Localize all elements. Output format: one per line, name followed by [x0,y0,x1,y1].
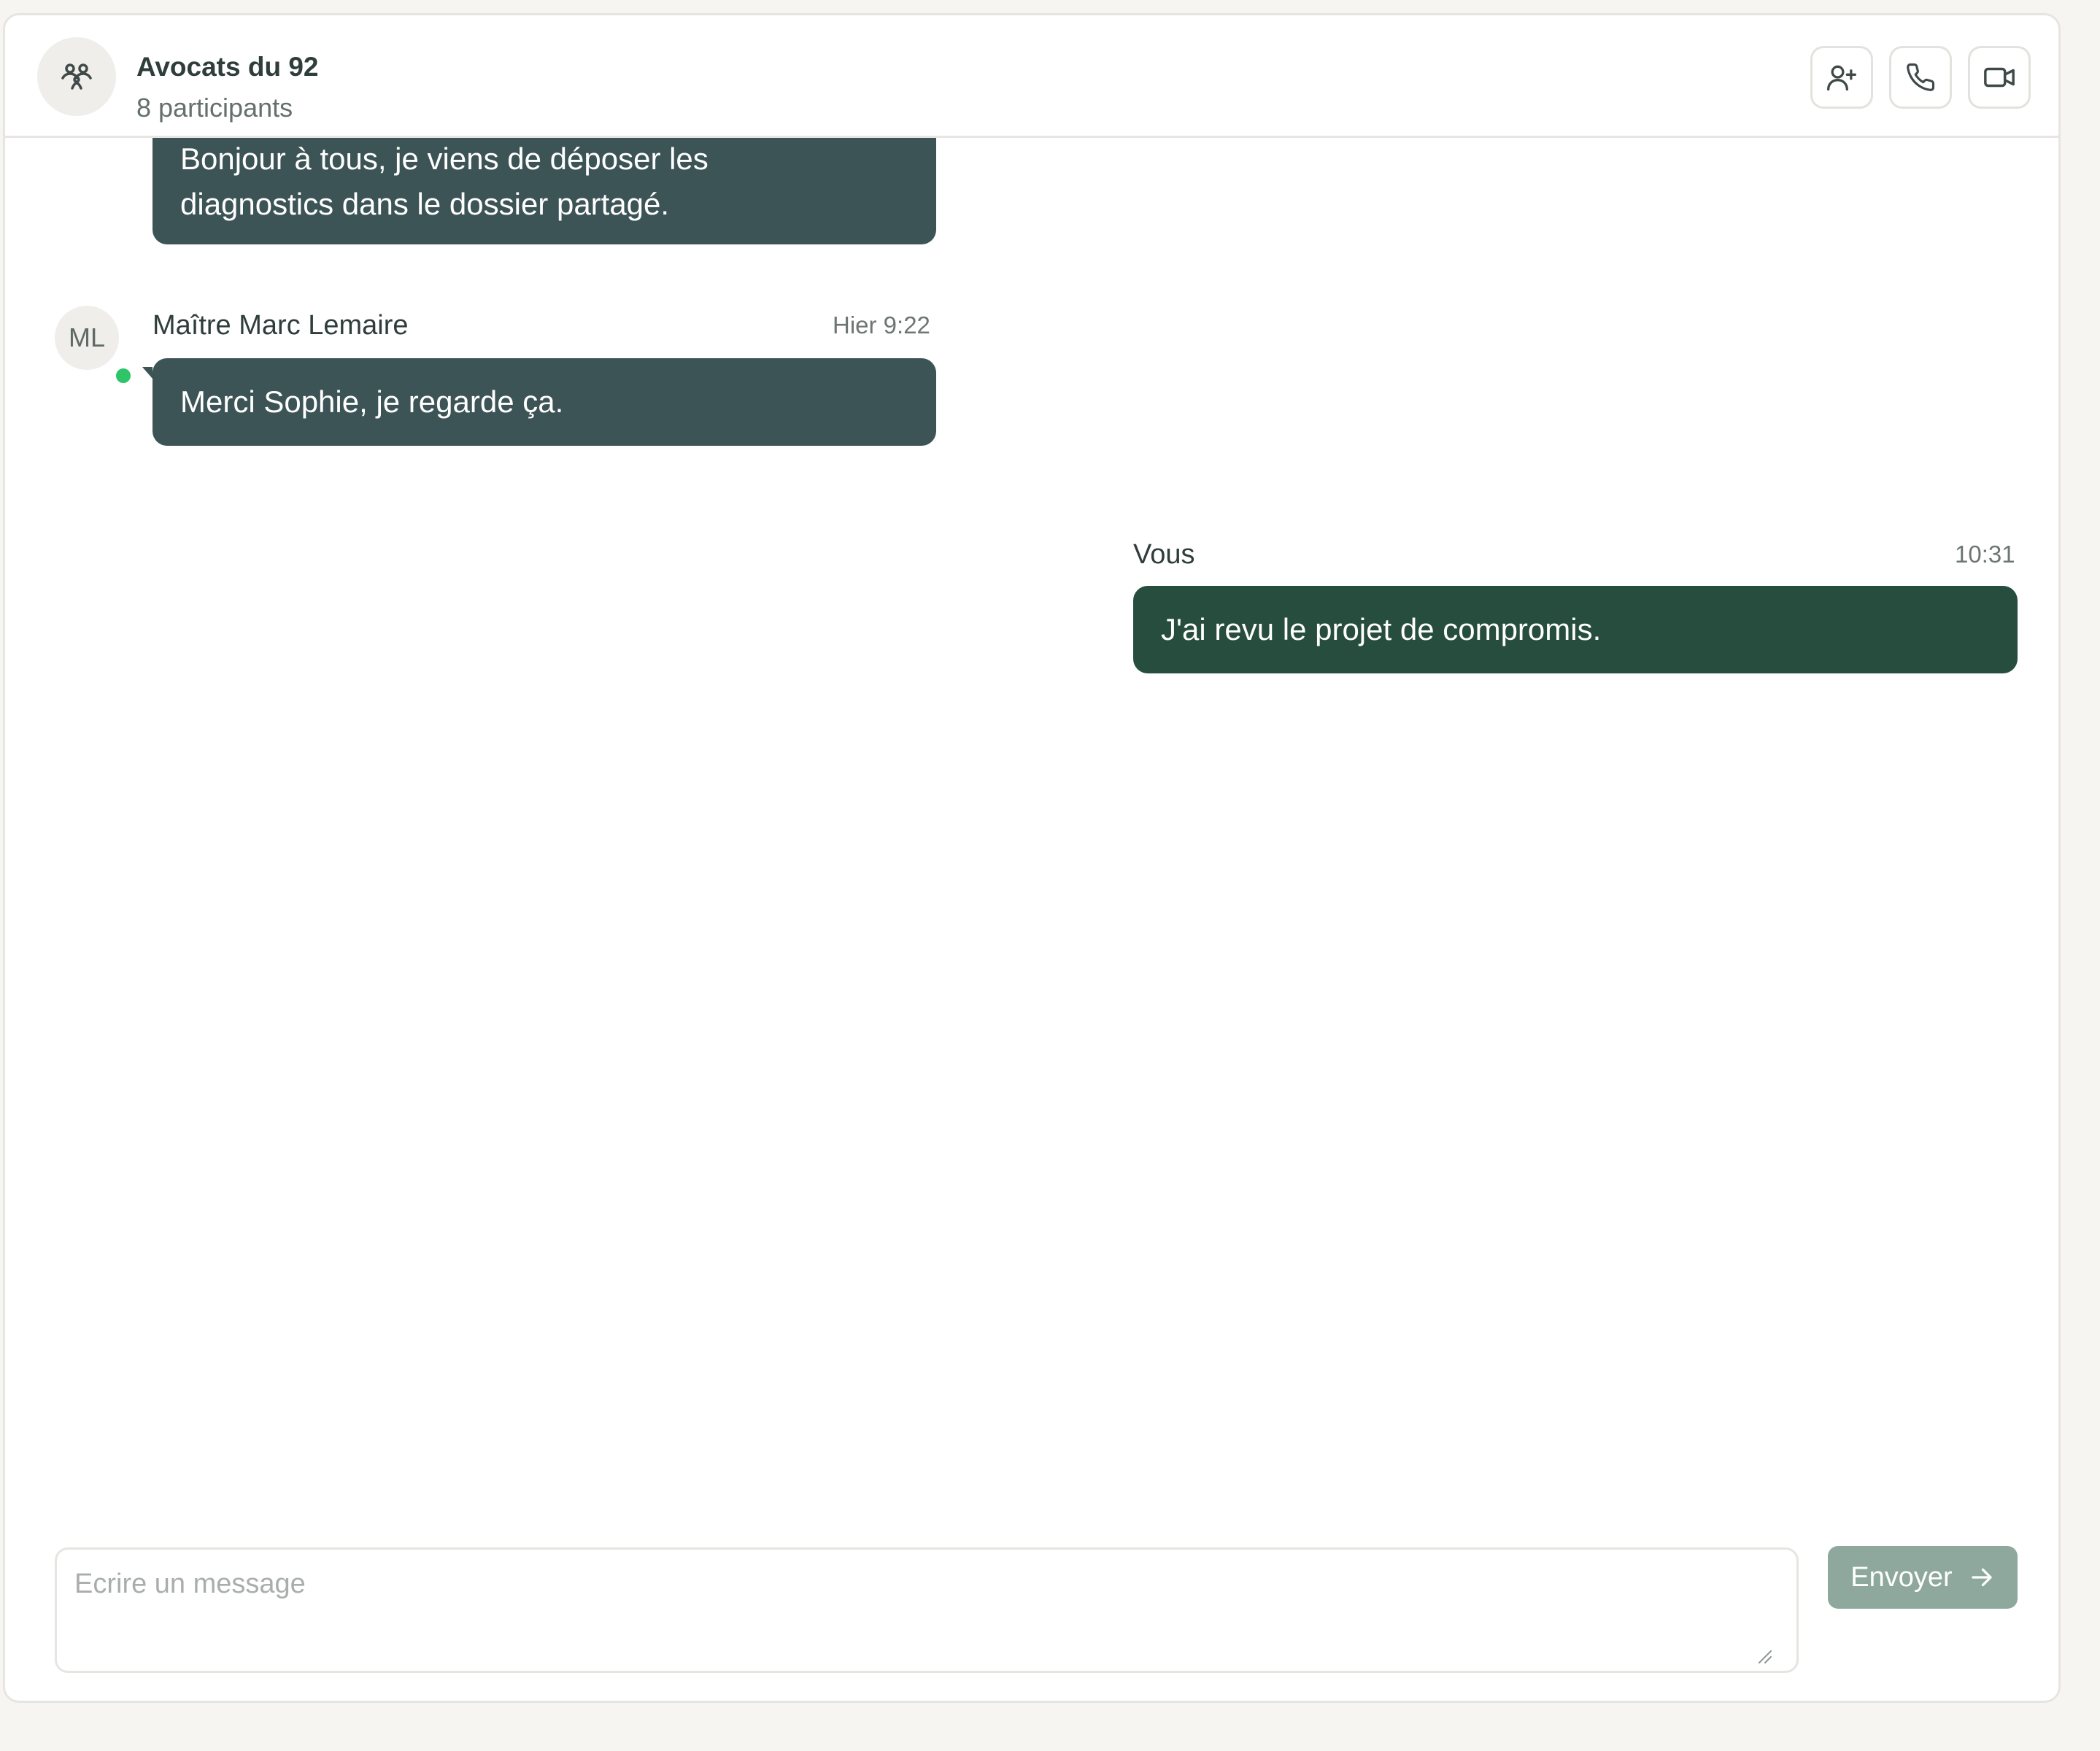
chat-header: Avocats du 92 8 participants [5,15,2058,138]
message-bubble-self: J'ai revu le projet de compromis. [1133,586,2018,673]
group-avatar[interactable] [37,37,116,116]
add-participant-button[interactable] [1810,46,1873,109]
message-text: Merci Sophie, je regarde ça. [180,384,564,419]
message-bubble: Merci Sophie, je regarde ça. [153,358,936,446]
message-input[interactable] [55,1547,1799,1673]
user-plus-icon [1827,65,1856,91]
chat-window: Bonjour à tous, je viens de déposer les … [3,13,2061,1703]
message-line: Bonjour à tous, je viens de déposer les [180,142,709,176]
send-button-label: Envoyer [1850,1561,1953,1593]
message-text: J'ai revu le projet de compromis. [1161,612,1602,646]
arrow-right-icon [1972,1568,1992,1587]
conversation-title: Avocats du 92 [136,52,319,82]
sender-name: Maître Marc Lemaire [153,310,409,341]
sender-name: Vous [1133,539,1195,570]
send-button[interactable]: Envoyer [1828,1546,2018,1609]
bubble-tail [142,367,153,379]
online-status-dot [113,366,134,386]
call-button[interactable] [1889,46,1952,109]
phone-icon [1907,63,1935,91]
avatar[interactable]: ML [55,306,119,370]
message-time: 10:31 [1955,541,2015,568]
participant-count: 8 participants [136,93,293,123]
video-icon [1984,67,2015,88]
group-icon [61,63,92,90]
message-line: diagnostics dans le dossier partagé. [180,187,670,221]
resize-handle-icon[interactable] [1755,1647,1772,1664]
message-time: Hier 9:22 [833,312,930,339]
video-call-button[interactable] [1968,46,2031,109]
